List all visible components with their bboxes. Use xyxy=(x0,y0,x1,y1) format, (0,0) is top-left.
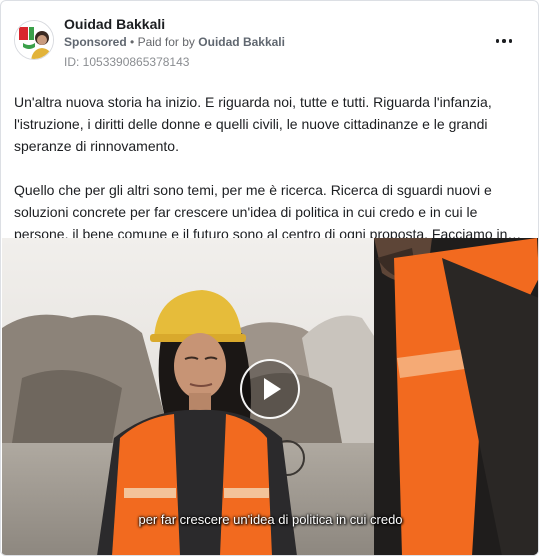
meta-separator: • xyxy=(130,35,135,49)
avatar[interactable] xyxy=(14,20,54,60)
video-player[interactable]: per far crescere un'idea di politica in … xyxy=(2,238,538,555)
play-icon xyxy=(264,378,281,400)
paid-for-name: Ouidad Bakkali xyxy=(198,35,285,49)
paid-for-prefix: Paid for by xyxy=(137,35,195,49)
post-paragraph: Un'altra nuova storia ha inizio. E rigua… xyxy=(14,94,492,154)
more-horizontal-icon xyxy=(495,39,500,43)
sponsored-line: Sponsored • Paid for by Ouidad Bakkali xyxy=(64,35,285,49)
sponsored-label: Sponsored xyxy=(64,35,127,49)
page-name[interactable]: Ouidad Bakkali xyxy=(64,16,165,32)
post-paragraph[interactable]: Quello che per gli altri sono temi, per … xyxy=(14,179,524,245)
more-options-button[interactable] xyxy=(492,31,516,51)
ad-card: Ouidad Bakkali Sponsored • Paid for by O… xyxy=(0,0,539,556)
video-subtitle: per far crescere un'idea di politica in … xyxy=(138,512,403,527)
party-logo-avatar xyxy=(15,21,53,59)
ad-id: ID: 1053390865378143 xyxy=(64,55,190,69)
post-header: Ouidad Bakkali Sponsored • Paid for by O… xyxy=(1,1,538,81)
play-button[interactable] xyxy=(240,359,300,419)
post-body: Un'altra nuova storia ha inizio. E rigua… xyxy=(14,91,524,245)
